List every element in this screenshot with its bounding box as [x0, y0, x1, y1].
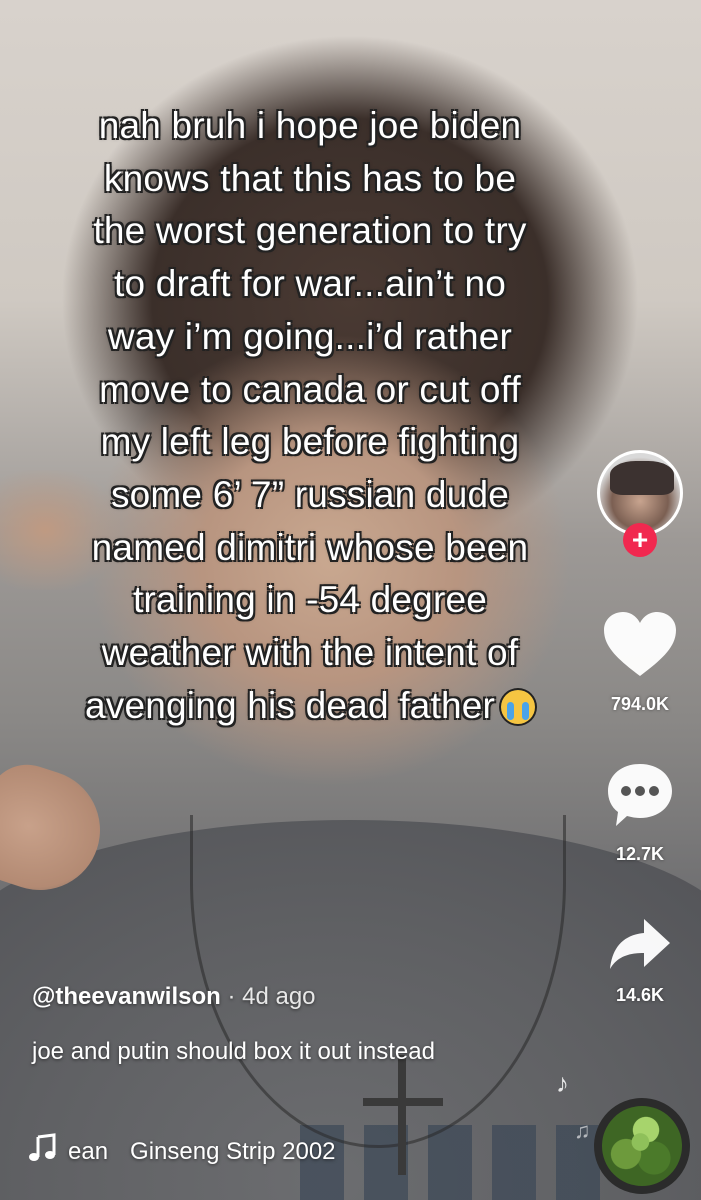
like-count: 794.0K: [610, 694, 670, 714]
caption-line: some 6’ 7” russian dude: [110, 473, 510, 515]
caption-last-line: avenging his dead father: [0, 680, 620, 733]
comment-button[interactable]: 12.7K: [590, 760, 690, 865]
music-disc-thumbnail[interactable]: [594, 1098, 690, 1194]
share-count: 14.6K: [615, 985, 665, 1005]
caption-line: move to canada or cut off: [99, 368, 521, 410]
music-ticker[interactable]: ean Ginseng Strip 2002: [28, 1133, 336, 1166]
caption-line: nah bruh i hope joe biden: [98, 105, 522, 146]
heart-icon: [604, 612, 676, 676]
music-text-fragment: ean: [68, 1138, 109, 1165]
caption-line: my left leg before fighting: [100, 421, 520, 463]
floating-note-icon: ♫: [574, 1118, 591, 1143]
caption-line: avenging his dead father: [84, 684, 496, 726]
caption-line: way i’m going...i’d rather: [107, 315, 513, 357]
cross-pendant-bar: [363, 1098, 443, 1106]
video-caption-overlay: nah bruh i hope joe biden knows that thi…: [0, 100, 620, 732]
post-meta: @theevanwilson · 4d ago: [32, 983, 316, 1011]
follow-button[interactable]: +: [623, 523, 657, 557]
cross-pendant: [398, 1055, 406, 1175]
music-title: Ginseng Strip 2002: [130, 1138, 336, 1165]
caption-line: the worst generation to try: [93, 210, 527, 252]
loudly-crying-face-emoji-icon: [501, 689, 536, 724]
share-arrow-icon: [610, 919, 670, 969]
username-link[interactable]: @theevanwilson: [32, 983, 221, 1010]
caption-line: knows that this has to be: [103, 157, 517, 199]
caption-line: named dimitri whose been: [91, 526, 529, 568]
caption-line: training in -54 degree: [132, 579, 488, 621]
comment-bubble-icon: [608, 764, 672, 826]
caption-line: weather with the intent of: [101, 632, 519, 674]
share-button[interactable]: 14.6K: [590, 915, 690, 1006]
post-description[interactable]: joe and putin should box it out instead: [32, 1033, 452, 1071]
floating-note-icon: ♪: [556, 1068, 569, 1098]
comment-count: 12.7K: [615, 844, 665, 864]
music-note-icon: [29, 1133, 56, 1161]
post-time: · 4d ago: [220, 983, 316, 1010]
caption-line: to draft for war...ain’t no: [113, 263, 507, 305]
like-button[interactable]: 794.0K: [590, 610, 690, 715]
